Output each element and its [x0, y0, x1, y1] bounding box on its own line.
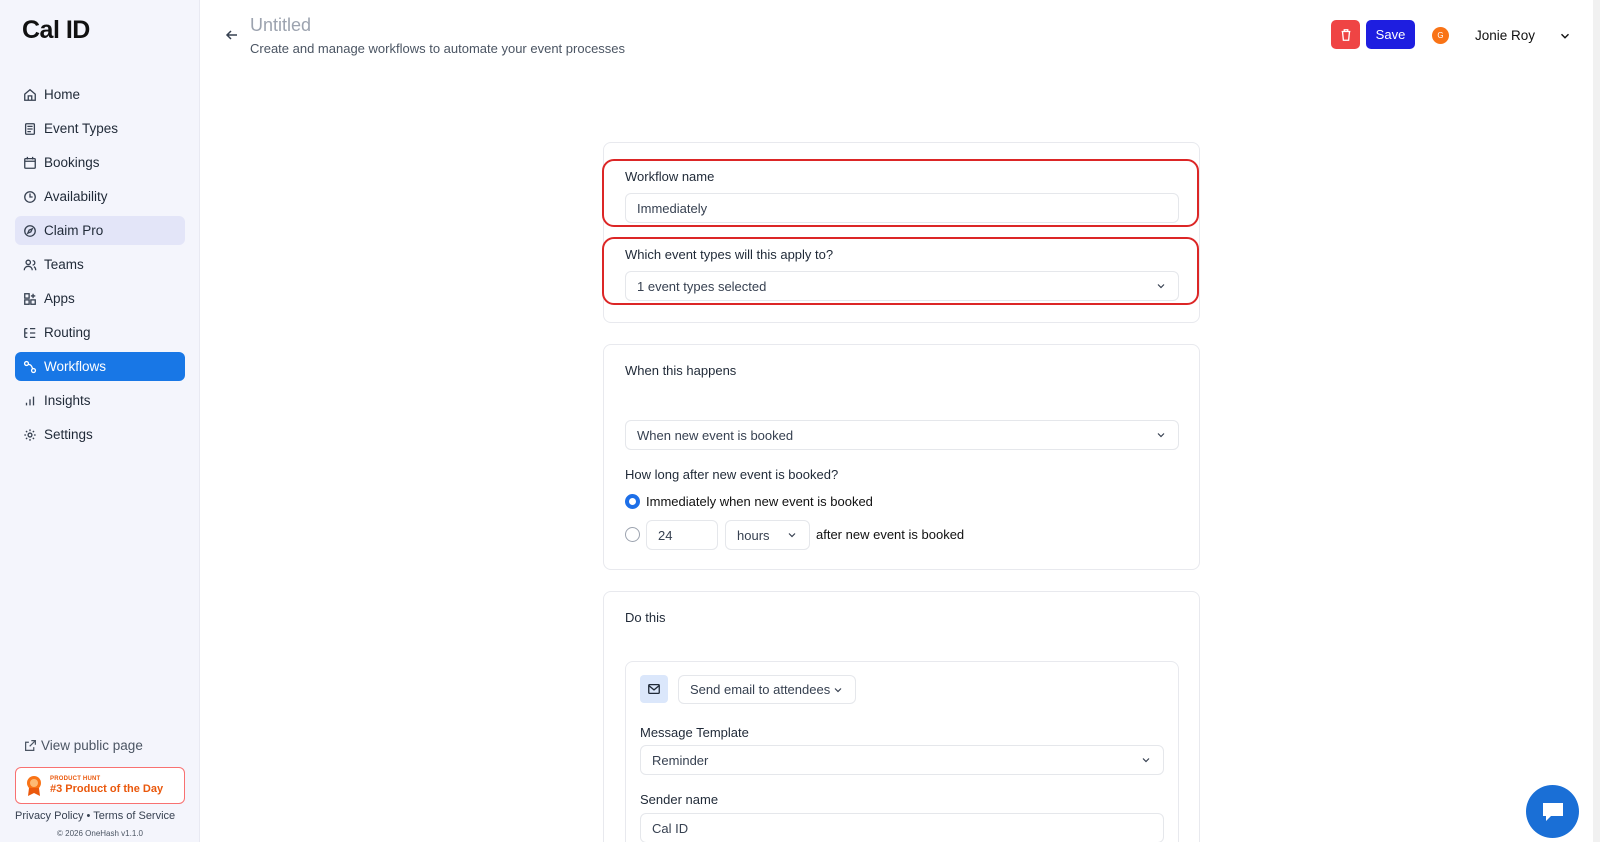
- chevron-down-icon: [788, 533, 796, 538]
- sidebar-item-routing[interactable]: Routing: [15, 318, 185, 347]
- gear-icon: [24, 428, 36, 441]
- offset-value-input[interactable]: 24: [646, 520, 718, 550]
- action-step: Send email to attendees Message Template…: [625, 661, 1179, 842]
- sidebar-item-insights[interactable]: Insights: [15, 386, 185, 415]
- footer-links: Privacy Policy • Terms of Service: [15, 810, 175, 822]
- app-logo[interactable]: Cal ID: [22, 16, 90, 45]
- workflow-name-label: Workflow name: [625, 169, 715, 184]
- event-types-value: 1 event types selected: [637, 278, 767, 294]
- action-type-value: Send email to attendees: [690, 682, 831, 697]
- action-card: Do this Send email to attendees Message …: [603, 591, 1200, 842]
- action-heading: Do this: [625, 610, 666, 625]
- chevron-down-icon[interactable]: [1558, 29, 1572, 43]
- sidebar-item-claim-pro[interactable]: Claim Pro: [15, 216, 185, 245]
- radio-immediate-label: Immediately when new event is booked: [646, 494, 873, 509]
- trigger-select[interactable]: When new event is booked: [625, 420, 1179, 450]
- footer-separator: •: [86, 810, 91, 822]
- sidebar-item-workflows[interactable]: Workflows: [15, 352, 185, 381]
- radio-after[interactable]: [625, 527, 640, 542]
- template-value: Reminder: [652, 752, 709, 768]
- mail-icon: [648, 683, 660, 695]
- sidebar-item-label: Routing: [44, 325, 91, 340]
- timing-label: How long after new event is booked?: [625, 467, 839, 482]
- routing-list-icon: [24, 327, 36, 338]
- users-icon: [23, 259, 37, 270]
- offset-unit-select[interactable]: hours: [725, 520, 810, 550]
- bar-chart-icon: [25, 396, 35, 405]
- avatar[interactable]: G: [1432, 27, 1449, 44]
- sidebar-item-label: Event Types: [44, 121, 119, 136]
- sidebar-item-availability[interactable]: Availability: [15, 182, 185, 211]
- page-subtitle: Create and manage workflows to automate …: [250, 41, 626, 56]
- clock-icon: [24, 190, 36, 203]
- sidebar-item-home[interactable]: Home: [15, 80, 185, 109]
- sidebar-item-apps[interactable]: Apps: [15, 284, 185, 313]
- workflow-details-card: Workflow name Immediately Which event ty…: [602, 142, 1200, 323]
- compass-icon: [24, 224, 36, 237]
- external-link-icon: [25, 740, 36, 751]
- sender-name-label: Sender name: [640, 792, 719, 807]
- product-hunt-text: PRODUCT HUNT #3 Product of the Day: [50, 776, 163, 795]
- view-public-page-label: View public page: [41, 738, 143, 753]
- medal-icon: [27, 775, 41, 796]
- radio-after-label: after new event is booked: [816, 527, 965, 542]
- trigger-value: When new event is booked: [637, 427, 794, 443]
- sender-name-input[interactable]: Cal ID: [640, 813, 1164, 842]
- event-types-label: Which event types will this apply to?: [625, 247, 834, 262]
- trigger-card: When this happens When new event is book…: [603, 344, 1200, 570]
- sidebar-item-settings[interactable]: Settings: [15, 420, 185, 449]
- sidebar-item-label: Availability: [44, 189, 108, 204]
- sidebar-item-event-types[interactable]: Event Types: [15, 114, 185, 143]
- workflow-icon: [23, 360, 37, 373]
- sidebar-item-teams[interactable]: Teams: [15, 250, 185, 279]
- terms-of-service-link[interactable]: Terms of Service: [93, 810, 175, 822]
- product-hunt-small: PRODUCT HUNT: [50, 776, 101, 782]
- sidebar-item-bookings[interactable]: Bookings: [15, 148, 185, 177]
- delete-button[interactable]: [1331, 20, 1360, 49]
- chevron-down-icon: [1142, 758, 1150, 763]
- page-title[interactable]: Untitled: [250, 15, 311, 36]
- scrollbar[interactable]: [1593, 0, 1600, 842]
- chat-support-button[interactable]: [1526, 785, 1579, 838]
- apps-grid-icon: [24, 292, 36, 305]
- event-types-select[interactable]: 1 event types selected: [625, 271, 1179, 301]
- sidebar-item-label: Bookings: [44, 155, 100, 170]
- sidebar-item-label: Insights: [44, 393, 91, 408]
- chat-bubble-icon: [1542, 802, 1563, 821]
- chevron-down-icon: [1157, 433, 1165, 438]
- product-hunt-badge[interactable]: PRODUCT HUNT #3 Product of the Day: [15, 767, 185, 804]
- trash-icon: [1341, 28, 1350, 41]
- sidebar-item-label: Claim Pro: [44, 223, 104, 238]
- privacy-policy-link[interactable]: Privacy Policy: [15, 810, 83, 822]
- event-types-icon: [24, 122, 36, 135]
- save-button[interactable]: Save: [1366, 20, 1415, 49]
- product-hunt-rank: #3 Product of the Day: [50, 783, 164, 795]
- home-icon: [24, 88, 36, 101]
- sidebar-item-label: Workflows: [44, 359, 107, 374]
- view-public-page-link[interactable]: View public page: [24, 738, 143, 753]
- sidebar: Cal ID Home Event Types Bookings Availab…: [0, 0, 200, 842]
- chevron-down-icon: [1157, 284, 1165, 289]
- sidebar-item-label: Home: [44, 87, 81, 102]
- action-type-select[interactable]: Send email to attendees: [678, 675, 856, 704]
- email-icon-box: [640, 675, 668, 703]
- trigger-heading: When this happens: [625, 363, 737, 378]
- template-select[interactable]: Reminder: [640, 745, 1164, 775]
- sidebar-item-label: Teams: [44, 257, 84, 272]
- user-name[interactable]: Jonie Roy: [1475, 28, 1535, 43]
- radio-immediate[interactable]: [625, 494, 640, 509]
- offset-unit-value: hours: [737, 527, 770, 543]
- sidebar-nav: Home Event Types Bookings Availability C…: [15, 80, 185, 454]
- sidebar-item-label: Settings: [44, 427, 93, 442]
- sidebar-item-label: Apps: [44, 291, 75, 306]
- calendar-icon: [24, 156, 36, 169]
- template-label: Message Template: [640, 725, 749, 740]
- back-arrow-icon[interactable]: [224, 27, 240, 43]
- workflow-name-input[interactable]: Immediately: [625, 193, 1179, 223]
- chevron-down-icon: [834, 687, 842, 692]
- copyright: © 2026 OneHash v1.1.0: [57, 829, 143, 838]
